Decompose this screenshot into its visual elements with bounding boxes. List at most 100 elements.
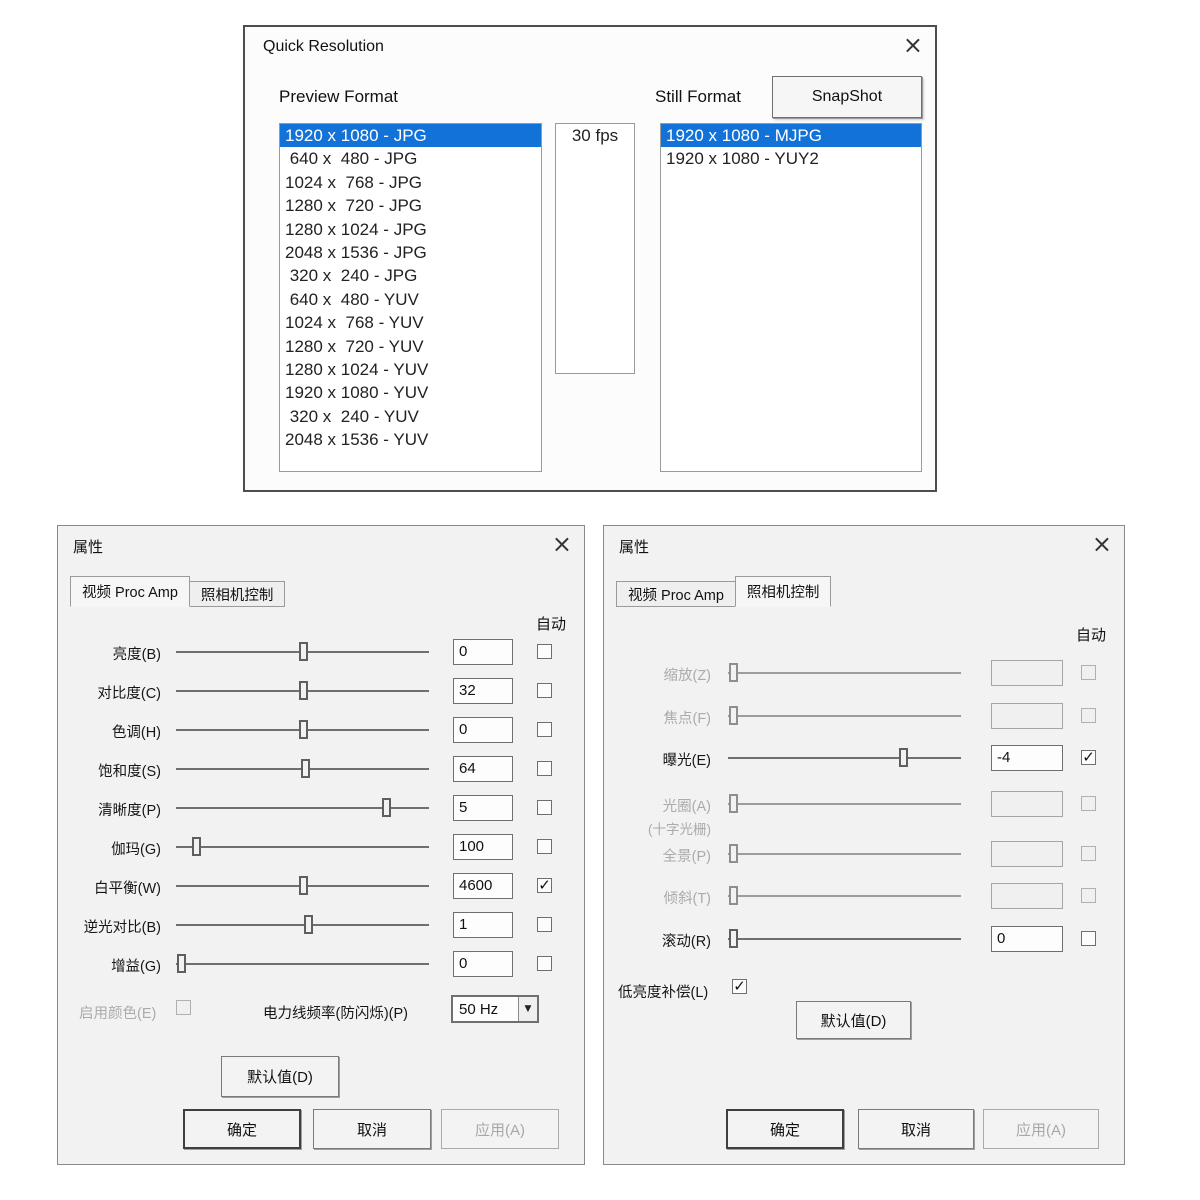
slider-track[interactable] xyxy=(728,757,961,759)
auto-checkbox[interactable] xyxy=(537,683,552,698)
value-input[interactable]: 64 xyxy=(453,756,513,782)
list-item[interactable]: 1024 x 768 - YUV xyxy=(280,311,541,334)
snapshot-button[interactable]: SnapShot xyxy=(772,76,922,118)
ok-button[interactable]: 确定 xyxy=(183,1109,301,1149)
slider-track[interactable] xyxy=(728,672,961,674)
value-input[interactable] xyxy=(991,841,1063,867)
slider-track[interactable] xyxy=(176,768,429,770)
cancel-button[interactable]: 取消 xyxy=(313,1109,431,1149)
value-input[interactable]: -4 xyxy=(991,745,1063,771)
slider-track[interactable] xyxy=(728,803,961,805)
auto-checkbox[interactable] xyxy=(1081,665,1096,680)
slider-track[interactable] xyxy=(728,853,961,855)
default-button[interactable]: 默认值(D) xyxy=(221,1056,339,1097)
slider-thumb[interactable] xyxy=(192,837,201,856)
cancel-button[interactable]: 取消 xyxy=(858,1109,974,1149)
slider-track[interactable] xyxy=(728,715,961,717)
list-item[interactable]: 2048 x 1536 - YUV xyxy=(280,428,541,451)
value-input[interactable]: 0 xyxy=(453,717,513,743)
slider-thumb[interactable] xyxy=(729,844,738,863)
auto-checkbox[interactable] xyxy=(537,800,552,815)
list-item[interactable]: 1280 x 720 - YUV xyxy=(280,335,541,358)
value-input[interactable]: 5 xyxy=(453,795,513,821)
value-input[interactable] xyxy=(991,883,1063,909)
slider-track[interactable] xyxy=(176,846,429,848)
close-icon[interactable]: × xyxy=(1092,532,1112,556)
slider-track[interactable] xyxy=(176,651,429,653)
auto-checkbox[interactable] xyxy=(537,722,552,737)
value-input[interactable] xyxy=(991,660,1063,686)
value-input[interactable]: 0 xyxy=(453,951,513,977)
list-item[interactable]: 1280 x 1024 - YUV xyxy=(280,358,541,381)
auto-checkbox[interactable] xyxy=(1081,888,1096,903)
slider-thumb[interactable] xyxy=(299,642,308,661)
slider-thumb[interactable] xyxy=(729,929,738,948)
list-item[interactable]: 640 x 480 - YUV xyxy=(280,288,541,311)
value-input[interactable]: 1 xyxy=(453,912,513,938)
tab-video-proc-amp[interactable]: 视频 Proc Amp xyxy=(616,581,736,607)
auto-checkbox[interactable]: ✓ xyxy=(537,878,552,893)
value-input[interactable]: 4600 xyxy=(453,873,513,899)
default-button[interactable]: 默认值(D) xyxy=(796,1001,911,1039)
chevron-down-icon[interactable]: ▼ xyxy=(518,997,537,1021)
slider-track[interactable] xyxy=(176,807,429,809)
list-item[interactable]: 320 x 240 - JPG xyxy=(280,264,541,287)
value-input[interactable] xyxy=(991,791,1063,817)
slider-thumb[interactable] xyxy=(299,681,308,700)
list-item[interactable]: 320 x 240 - YUV xyxy=(280,405,541,428)
list-item[interactable]: 640 x 480 - JPG xyxy=(280,147,541,170)
slider-track[interactable] xyxy=(176,924,429,926)
list-item[interactable]: 1920 x 1080 - YUY2 xyxy=(661,147,921,170)
slider-thumb[interactable] xyxy=(304,915,313,934)
slider-track[interactable] xyxy=(176,690,429,692)
slider-track[interactable] xyxy=(176,729,429,731)
slider-track[interactable] xyxy=(728,938,961,940)
slider-thumb[interactable] xyxy=(729,794,738,813)
lowlight-checkbox[interactable]: ✓ xyxy=(732,979,747,994)
color-enable-checkbox[interactable] xyxy=(176,1000,191,1015)
tab-video-proc-amp[interactable]: 视频 Proc Amp xyxy=(70,576,190,607)
slider-thumb[interactable] xyxy=(899,748,908,767)
value-input[interactable]: 32 xyxy=(453,678,513,704)
tab-camera-control[interactable]: 照相机控制 xyxy=(735,576,832,607)
list-item[interactable]: 1024 x 768 - JPG xyxy=(280,171,541,194)
auto-checkbox[interactable]: ✓ xyxy=(1081,750,1096,765)
list-item[interactable]: 2048 x 1536 - JPG xyxy=(280,241,541,264)
list-item[interactable]: 1920 x 1080 - JPG xyxy=(280,124,541,147)
titlebar[interactable]: 属性 × xyxy=(58,526,584,566)
auto-checkbox[interactable] xyxy=(537,956,552,971)
slider-thumb[interactable] xyxy=(301,759,310,778)
preview-format-list[interactable]: 1920 x 1080 - JPG 640 x 480 - JPG1024 x … xyxy=(279,123,542,472)
slider-thumb[interactable] xyxy=(177,954,186,973)
auto-checkbox[interactable] xyxy=(1081,796,1096,811)
fps-list[interactable]: 30 fps xyxy=(555,123,635,374)
auto-checkbox[interactable] xyxy=(537,917,552,932)
close-icon[interactable]: × xyxy=(552,532,572,556)
auto-checkbox[interactable] xyxy=(1081,931,1096,946)
ok-button[interactable]: 确定 xyxy=(726,1109,844,1149)
titlebar[interactable]: Quick Resolution × xyxy=(245,27,935,67)
slider-thumb[interactable] xyxy=(299,720,308,739)
slider-thumb[interactable] xyxy=(729,886,738,905)
titlebar[interactable]: 属性 × xyxy=(604,526,1124,566)
slider-track[interactable] xyxy=(728,895,961,897)
tab-camera-control[interactable]: 照相机控制 xyxy=(189,581,286,607)
value-input[interactable]: 0 xyxy=(991,926,1063,952)
list-item[interactable]: 1280 x 1024 - JPG xyxy=(280,218,541,241)
value-input[interactable] xyxy=(991,703,1063,729)
powerline-frequency-dropdown[interactable]: 50 Hz ▼ xyxy=(451,995,539,1023)
auto-checkbox[interactable] xyxy=(537,644,552,659)
list-item[interactable]: 1920 x 1080 - YUV xyxy=(280,381,541,404)
slider-thumb[interactable] xyxy=(729,663,738,682)
list-item[interactable]: 1920 x 1080 - MJPG xyxy=(661,124,921,147)
auto-checkbox[interactable] xyxy=(537,761,552,776)
slider-track[interactable] xyxy=(176,885,429,887)
still-format-list[interactable]: 1920 x 1080 - MJPG1920 x 1080 - YUY2 xyxy=(660,123,922,472)
slider-thumb[interactable] xyxy=(299,876,308,895)
value-input[interactable]: 0 xyxy=(453,639,513,665)
slider-thumb[interactable] xyxy=(729,706,738,725)
value-input[interactable]: 100 xyxy=(453,834,513,860)
auto-checkbox[interactable] xyxy=(1081,708,1096,723)
auto-checkbox[interactable] xyxy=(1081,846,1096,861)
slider-thumb[interactable] xyxy=(382,798,391,817)
